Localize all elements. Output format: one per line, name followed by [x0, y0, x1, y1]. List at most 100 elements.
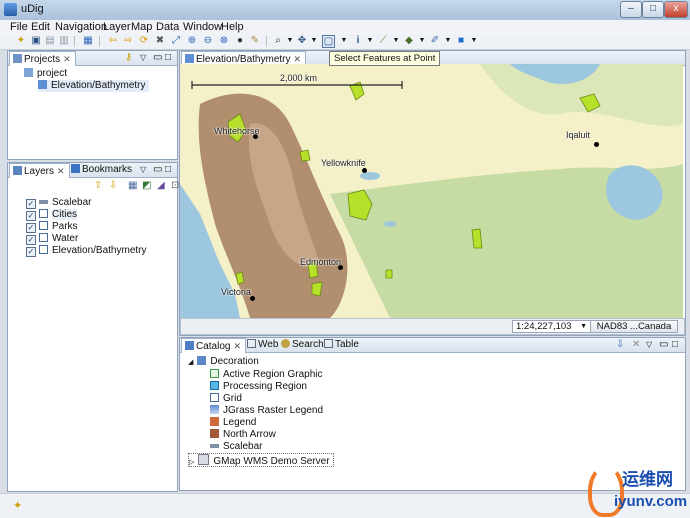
maximize-view-icon[interactable]: □ [165, 51, 171, 65]
create-dropdown-chevron-icon[interactable]: ▼ [416, 35, 428, 47]
close-icon[interactable]: ✕ [57, 166, 65, 176]
menu-file[interactable]: File [10, 21, 28, 33]
catalog-item[interactable]: Grid [210, 393, 242, 405]
minimize-view-icon[interactable]: ▭ [659, 338, 668, 352]
edit-style-icon[interactable]: ◢ [157, 180, 165, 192]
maximize-view-icon[interactable]: □ [672, 338, 678, 352]
save-icon[interactable]: ▣ [30, 35, 42, 47]
select-features-icon[interactable]: ▢ [322, 35, 335, 48]
map-tree-item[interactable]: Elevation/Bathymetry [38, 80, 149, 92]
layer-row-cities[interactable]: ✓ Cities [26, 209, 78, 221]
catalog-item[interactable]: JGrass Raster Legend [210, 405, 323, 417]
crs-button[interactable]: NAD83 ...Canada [590, 320, 678, 333]
back-arrow-icon[interactable]: ⇦ [107, 35, 119, 47]
tab-catalog[interactable]: Catalog ✕ [181, 338, 247, 353]
menu-window[interactable]: Window [183, 21, 222, 33]
layer-checkbox[interactable]: ✓ [26, 199, 36, 209]
zoom-dropdown-chevron-icon[interactable]: ▼ [284, 35, 296, 47]
catalog-item[interactable]: Processing Region [210, 381, 307, 393]
draw-dropdown-chevron-icon[interactable]: ▼ [442, 35, 454, 47]
layer-checkbox[interactable]: ✓ [26, 211, 36, 221]
menu-data[interactable]: Data [156, 21, 179, 33]
edit-dropdown-chevron-icon[interactable]: ▼ [390, 35, 402, 47]
layer-row-scalebar[interactable]: ✓ Scalebar [26, 197, 91, 209]
catalog-item[interactable]: North Arrow [210, 429, 276, 441]
zoom-extent-icon[interactable]: ⤢ [170, 35, 182, 47]
tab-table[interactable]: Table [321, 338, 359, 352]
zoom-out-icon[interactable]: ⊖ [202, 35, 214, 47]
minimize-view-icon[interactable]: ▭ [153, 163, 162, 177]
layer-checkbox[interactable]: ✓ [26, 235, 36, 245]
refresh-icon[interactable]: ⟳ [138, 35, 150, 47]
collapse-chevron-icon[interactable]: ▷ [189, 459, 194, 466]
title-bar: uDig – □ x [0, 0, 690, 21]
project-icon [24, 68, 33, 77]
import-icon[interactable]: ⇩ [616, 338, 624, 352]
move-up-icon[interactable]: ⇧ [94, 180, 102, 192]
info-dropdown-chevron-icon[interactable]: ▼ [364, 35, 376, 47]
layer-checkbox[interactable]: ✓ [26, 247, 36, 257]
catalog-tree-root[interactable]: ◢ Decoration [188, 356, 259, 368]
zoom-tool-icon[interactable]: ⌕ [272, 35, 284, 47]
tab-web[interactable]: Web [244, 338, 278, 352]
pan-dropdown-chevron-icon[interactable]: ▼ [308, 35, 320, 47]
expand-chevron-icon[interactable]: ◢ [188, 359, 193, 366]
menu-navigation[interactable]: Navigation [55, 21, 107, 33]
pan-tool-icon[interactable]: ✥ [296, 35, 308, 47]
menu-edit[interactable]: Edit [31, 21, 50, 33]
view-menu-icon[interactable]: ▽ [140, 51, 146, 65]
map-canvas[interactable]: 2,000 km Whitehorse Yellowknife Iqaluit … [180, 64, 683, 318]
maximize-button[interactable]: □ [642, 1, 664, 18]
tab-bookmarks[interactable]: Bookmarks [68, 163, 132, 177]
draw-icon[interactable]: ✐ [429, 35, 441, 47]
view-menu-icon[interactable]: ▽ [646, 338, 652, 352]
eraser-icon[interactable]: ✎ [249, 35, 261, 47]
style-icon[interactable]: ■ [455, 35, 467, 47]
move-down-icon[interactable]: ⇩ [109, 180, 117, 192]
print-icon[interactable]: ▥ [58, 35, 70, 47]
style-layer-icon[interactable]: ◩ [142, 180, 151, 192]
close-icon[interactable]: ✕ [233, 341, 241, 351]
menu-layer[interactable]: Layer [103, 21, 131, 33]
layer-properties-icon[interactable]: ▦ [128, 180, 137, 192]
pan-icon[interactable]: ● [234, 35, 246, 47]
forward-arrow-icon[interactable]: ⇨ [122, 35, 134, 47]
minimize-view-icon[interactable]: ▭ [153, 51, 162, 65]
close-icon[interactable]: ✕ [63, 54, 71, 64]
properties-icon[interactable]: ▦ [82, 35, 94, 47]
minimize-button[interactable]: – [620, 1, 642, 18]
project-tree-item[interactable]: project [24, 68, 67, 80]
style-dropdown-chevron-icon[interactable]: ▼ [468, 35, 480, 47]
menu-map[interactable]: Map [131, 21, 152, 33]
new-icon[interactable]: ✦ [15, 35, 27, 47]
layer-row-parks[interactable]: ✓ Parks [26, 221, 78, 233]
new-icon[interactable]: ✦ [13, 499, 22, 512]
scale-combo[interactable]: 1:24,227,103 ▼ [512, 320, 591, 333]
zoom-previous-icon[interactable]: ⊗ [218, 35, 230, 47]
remove-icon[interactable]: ✕ [632, 338, 640, 352]
close-icon[interactable]: ✕ [294, 54, 302, 64]
catalog-item[interactable]: Legend [210, 417, 256, 429]
edit-tool-icon[interactable]: ⟋ [377, 35, 389, 47]
catalog-item[interactable]: Scalebar [210, 441, 262, 453]
maximize-view-icon[interactable]: □ [165, 163, 171, 177]
tab-projects[interactable]: Projects ✕ [9, 51, 76, 66]
menu-help[interactable]: Help [221, 21, 244, 33]
link-icon[interactable]: ⚷ [125, 51, 132, 65]
zoom-in-icon[interactable]: ⊕ [186, 35, 198, 47]
save-all-icon[interactable]: ▤ [44, 35, 56, 47]
catalog-server-item[interactable]: ▷ GMap WMS Demo Server [188, 453, 334, 467]
layer-checkbox[interactable]: ✓ [26, 223, 36, 233]
layer-row-water[interactable]: ✓ Water [26, 233, 78, 245]
select-dropdown-chevron-icon[interactable]: ▼ [338, 35, 350, 47]
close-button[interactable]: x [664, 1, 688, 18]
tab-layers[interactable]: Layers ✕ [9, 163, 70, 178]
layer-row-elevation[interactable]: ✓ Elevation/Bathymetry [26, 245, 147, 257]
tab-search[interactable]: Search [278, 338, 324, 352]
view-menu-icon[interactable]: ▽ [140, 163, 146, 177]
info-icon[interactable]: i [352, 35, 364, 47]
stop-icon[interactable]: ✖ [154, 35, 166, 47]
create-feature-icon[interactable]: ◆ [403, 35, 415, 47]
chevron-down-icon[interactable]: ▼ [580, 321, 587, 332]
catalog-item[interactable]: Active Region Graphic [210, 369, 323, 381]
